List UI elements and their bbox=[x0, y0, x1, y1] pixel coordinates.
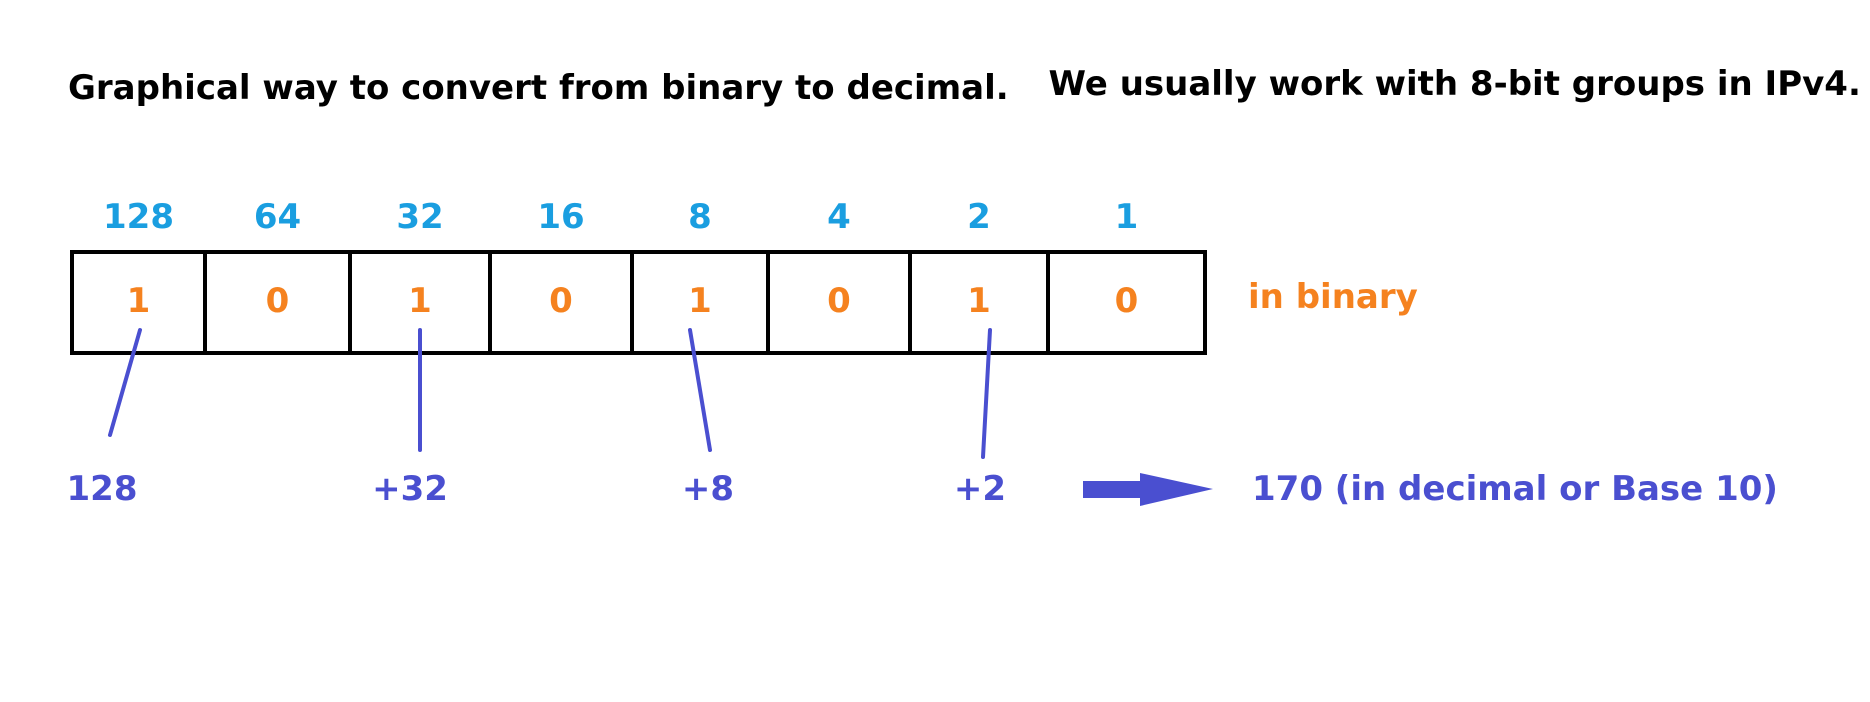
result-arrow bbox=[1083, 473, 1213, 506]
weight-label: 2 bbox=[967, 197, 991, 237]
binary-label: in binary bbox=[1248, 277, 1418, 317]
bit-value: 0 bbox=[266, 281, 290, 321]
bit-value: 1 bbox=[688, 281, 712, 321]
weight-label: 4 bbox=[827, 197, 851, 237]
weight-label: 8 bbox=[688, 197, 712, 237]
sum-terms: 128 +32 +8 +2 bbox=[67, 469, 1007, 509]
arrow-head bbox=[1140, 473, 1213, 506]
bit-value: 0 bbox=[549, 281, 573, 321]
bit-value: 1 bbox=[967, 281, 991, 321]
weight-label: 128 bbox=[103, 197, 174, 237]
binary-conversion-diagram: 128 64 32 16 8 4 2 1 1 0 1 0 1 0 1 0 in binary 128 +32 +… bbox=[67, 197, 1778, 509]
sum-term: 128 bbox=[67, 469, 138, 509]
bit-value: 0 bbox=[1115, 281, 1139, 321]
box-outline bbox=[70, 250, 1207, 355]
weight-label: 32 bbox=[396, 197, 443, 237]
connector-line bbox=[688, 328, 712, 452]
connector-line bbox=[108, 328, 142, 437]
bit-box bbox=[70, 250, 1207, 355]
sum-term: +8 bbox=[682, 469, 734, 509]
weight-label: 16 bbox=[537, 197, 584, 237]
result-text: 170 (in decimal or Base 10) bbox=[1252, 469, 1778, 509]
weight-label: 64 bbox=[254, 197, 301, 237]
weights-row: 128 64 32 16 8 4 2 1 bbox=[103, 197, 1138, 237]
weight-label: 1 bbox=[1115, 197, 1139, 237]
bit-value: 0 bbox=[827, 281, 851, 321]
sum-term: +32 bbox=[372, 469, 448, 509]
connector-lines bbox=[108, 328, 992, 459]
bit-value: 1 bbox=[127, 281, 151, 321]
connector-line bbox=[981, 328, 992, 459]
sum-term: +2 bbox=[954, 469, 1006, 509]
bit-value: 1 bbox=[408, 281, 432, 321]
